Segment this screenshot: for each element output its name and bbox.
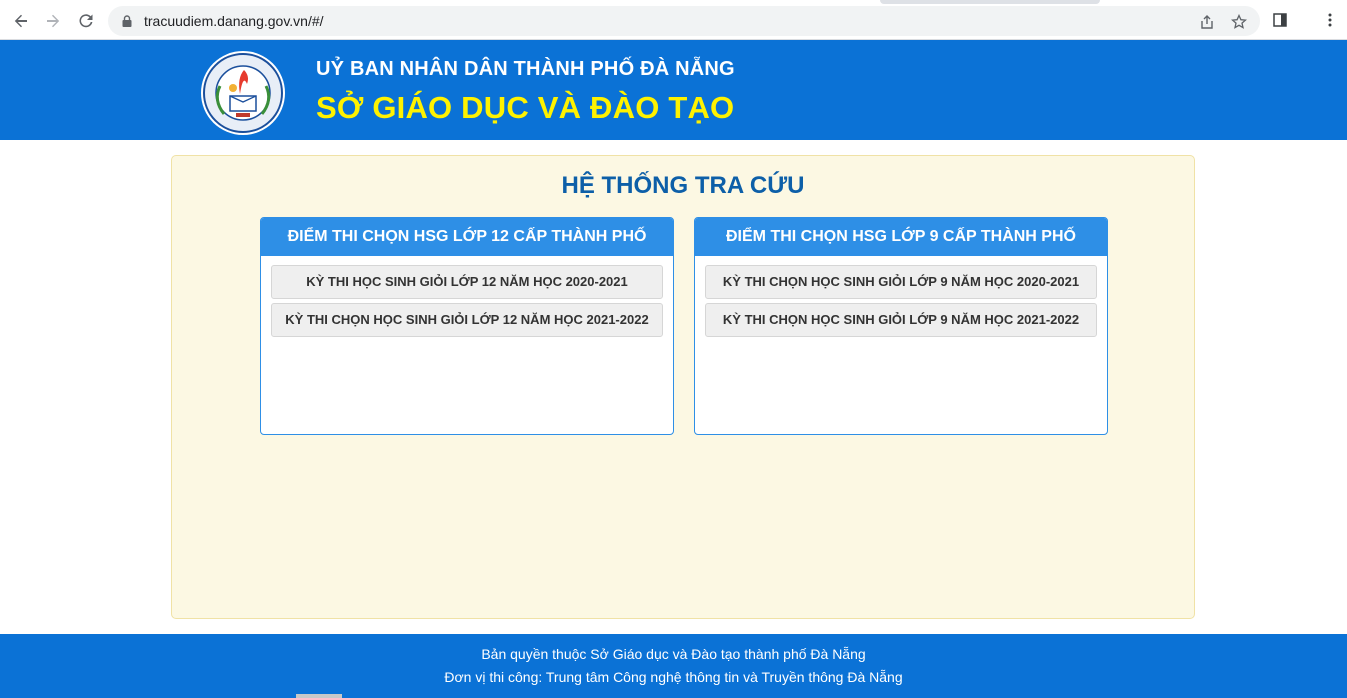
browser-toolbar: tracuudiem.danang.gov.vn/#/ (0, 0, 1347, 40)
card-title: ĐIỂM THI CHỌN HSG LỚP 9 CẤP THÀNH PHỐ (695, 218, 1107, 256)
arrow-right-icon (47, 14, 60, 28)
lookup-panel: HỆ THỐNG TRA CỨU ĐIỂM THI CHỌN HSG LỚP 1… (171, 155, 1195, 619)
exam-link-9-2021-2022[interactable]: KỲ THI CHỌN HỌC SINH GIỎI LỚP 9 NĂM HỌC … (705, 303, 1097, 337)
arrow-left-icon (14, 14, 27, 28)
address-bar[interactable]: tracuudiem.danang.gov.vn/#/ (108, 6, 1260, 36)
back-button[interactable] (8, 8, 34, 34)
card-body: KỲ THI HỌC SINH GIỎI LỚP 12 NĂM HỌC 2020… (261, 256, 673, 337)
card-grade-9: ĐIỂM THI CHỌN HSG LỚP 9 CẤP THÀNH PHỐ KỲ… (694, 217, 1108, 435)
org-name: UỶ BAN NHÂN DÂN THÀNH PHỐ ĐÀ NẴNG (316, 58, 735, 80)
browser-menu-button[interactable] (1320, 10, 1340, 30)
side-panel-button[interactable] (1270, 10, 1290, 30)
card-grade-12: ĐIỂM THI CHỌN HSG LỚP 12 CẤP THÀNH PHỐ K… (260, 217, 674, 435)
reload-icon (79, 14, 93, 28)
copyright-text: Bản quyền thuộc Sở Giáo dục và Đào tạo t… (481, 646, 866, 662)
kebab-menu-icon (1328, 13, 1332, 27)
side-panel-icon (1273, 13, 1287, 27)
tab-strip-edge (880, 0, 1100, 4)
forward-button[interactable] (40, 8, 66, 34)
share-button[interactable] (1198, 13, 1216, 31)
emblem-icon[interactable] (200, 50, 286, 136)
card-body: KỲ THI CHỌN HỌC SINH GIỎI LỚP 9 NĂM HỌC … (695, 256, 1107, 337)
bookmark-button[interactable] (1230, 13, 1248, 31)
exam-link-12-2020-2021[interactable]: KỲ THI HỌC SINH GIỎI LỚP 12 NĂM HỌC 2020… (271, 265, 663, 299)
url-text: tracuudiem.danang.gov.vn/#/ (144, 13, 324, 29)
exam-link-12-2021-2022[interactable]: KỲ THI CHỌN HỌC SINH GIỎI LỚP 12 NĂM HỌC… (271, 303, 663, 337)
lock-icon (122, 15, 132, 27)
developer-text: Đơn vị thi công: Trung tâm Công nghệ thô… (444, 669, 903, 685)
site-footer: Bản quyền thuộc Sở Giáo dục và Đào tạo t… (0, 634, 1347, 698)
reload-button[interactable] (73, 8, 99, 34)
site-header: UỶ BAN NHÂN DÂN THÀNH PHỐ ĐÀ NẴNG SỞ GIÁ… (0, 40, 1347, 140)
page-title: HỆ THỐNG TRA CỨU (561, 172, 805, 199)
horizontal-scrollbar-thumb[interactable] (296, 694, 342, 698)
dept-name: SỞ GIÁO DỤC VÀ ĐÀO TẠO (316, 90, 735, 125)
share-icon (1201, 15, 1213, 29)
exam-link-9-2020-2021[interactable]: KỲ THI CHỌN HỌC SINH GIỎI LỚP 9 NĂM HỌC … (705, 265, 1097, 299)
card-title: ĐIỂM THI CHỌN HSG LỚP 12 CẤP THÀNH PHỐ (261, 218, 673, 256)
star-icon (1231, 14, 1247, 29)
